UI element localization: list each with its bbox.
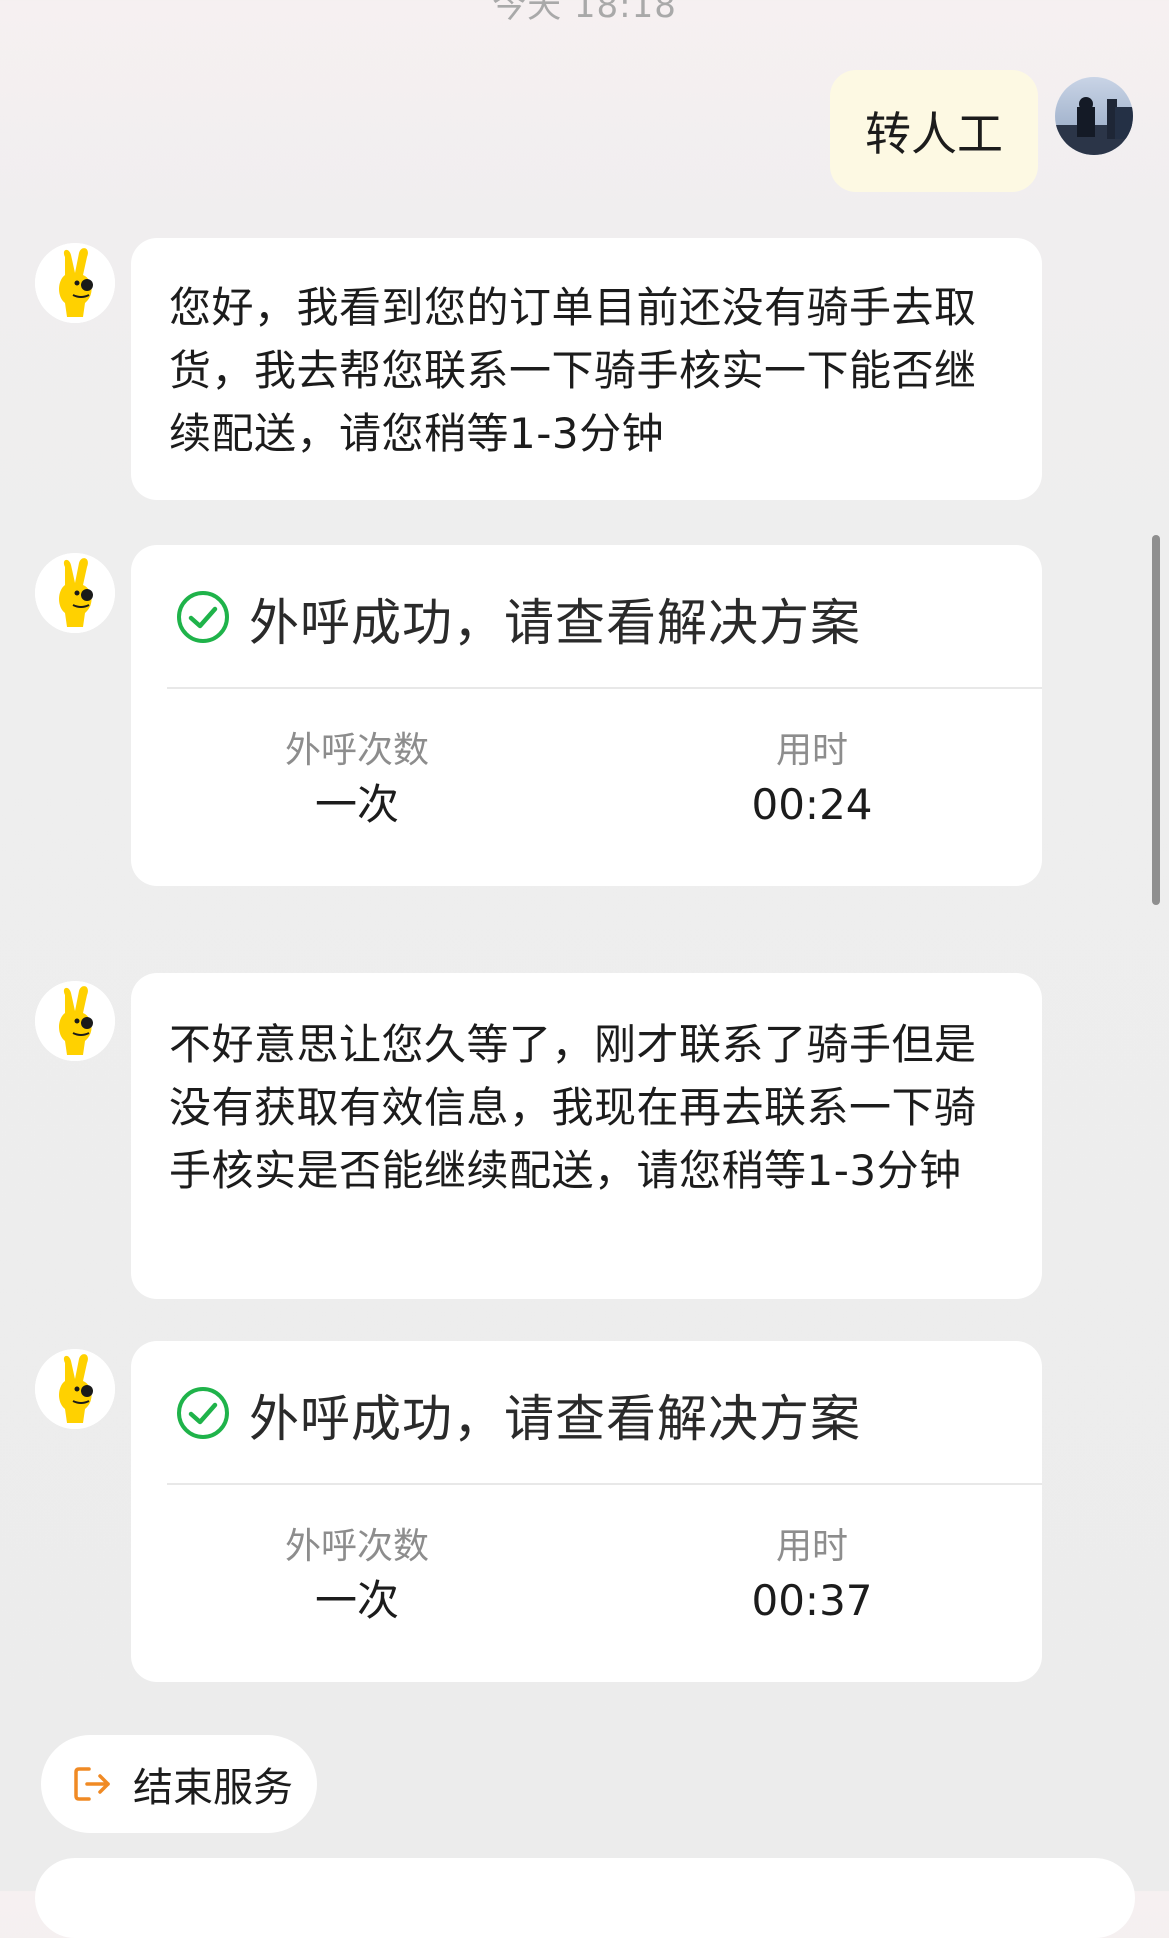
user-avatar-photo [1055, 77, 1133, 155]
kangaroo-mascot-icon [35, 243, 115, 323]
message-timestamp: 今天 18:18 [492, 0, 677, 26]
bot-message-card[interactable]: 不好意思让您久等了，刚才联系了骑手但是没有获取有效信息，我现在再去联系一下骑手核… [131, 973, 1042, 1299]
card-divider [167, 1483, 1042, 1485]
end-service-button[interactable]: 结束服务 [41, 1735, 317, 1833]
call-duration-label: 用时 [775, 730, 848, 771]
card-divider [167, 687, 1042, 689]
scrollbar[interactable] [1152, 535, 1160, 905]
bot-message-text: 您好，我看到您的订单目前还没有骑手去取货，我去帮您联系一下骑手核实一下能否继续配… [169, 283, 977, 458]
call-status-card[interactable]: 外呼成功，请查看解决方案 外呼次数 一次 用时 00:24 [131, 545, 1042, 886]
call-count-label: 外呼次数 [284, 1526, 429, 1567]
call-duration-stat: 用时 00:37 [692, 1523, 932, 1631]
user-avatar[interactable] [1055, 77, 1133, 155]
call-status-title: 外呼成功，请查看解决方案 [249, 594, 861, 652]
bot-avatar[interactable] [35, 981, 115, 1061]
check-circle-icon [177, 591, 229, 643]
exit-icon [74, 1767, 110, 1801]
kangaroo-mascot-icon [35, 981, 115, 1061]
call-count-stat: 外呼次数 一次 [237, 1523, 477, 1631]
kangaroo-mascot-icon [35, 1349, 115, 1429]
user-message-text: 转人工 [865, 107, 1003, 161]
bot-message-text: 不好意思让您久等了，刚才联系了骑手但是没有获取有效信息，我现在再去联系一下骑手核… [169, 1020, 977, 1195]
call-count-value: 一次 [314, 1576, 399, 1625]
call-duration-label: 用时 [775, 1526, 848, 1567]
call-count-value: 一次 [314, 780, 399, 829]
call-duration-value: 00:24 [751, 780, 873, 829]
bot-message-card[interactable]: 您好，我看到您的订单目前还没有骑手去取货，我去帮您联系一下骑手核实一下能否继续配… [131, 238, 1042, 500]
call-count-stat: 外呼次数 一次 [237, 727, 477, 835]
bot-avatar[interactable] [35, 553, 115, 633]
check-circle-icon [177, 1387, 229, 1439]
bottom-panel [35, 1858, 1135, 1938]
kangaroo-mascot-icon [35, 553, 115, 633]
bot-avatar[interactable] [35, 243, 115, 323]
call-count-label: 外呼次数 [284, 730, 429, 771]
call-duration-stat: 用时 00:24 [692, 727, 932, 835]
user-message-bubble[interactable]: 转人工 [830, 70, 1038, 192]
bot-avatar[interactable] [35, 1349, 115, 1429]
call-status-card[interactable]: 外呼成功，请查看解决方案 外呼次数 一次 用时 00:37 [131, 1341, 1042, 1682]
call-status-title: 外呼成功，请查看解决方案 [249, 1390, 861, 1448]
call-duration-value: 00:37 [751, 1576, 873, 1625]
end-service-label: 结束服务 [133, 1765, 293, 1811]
